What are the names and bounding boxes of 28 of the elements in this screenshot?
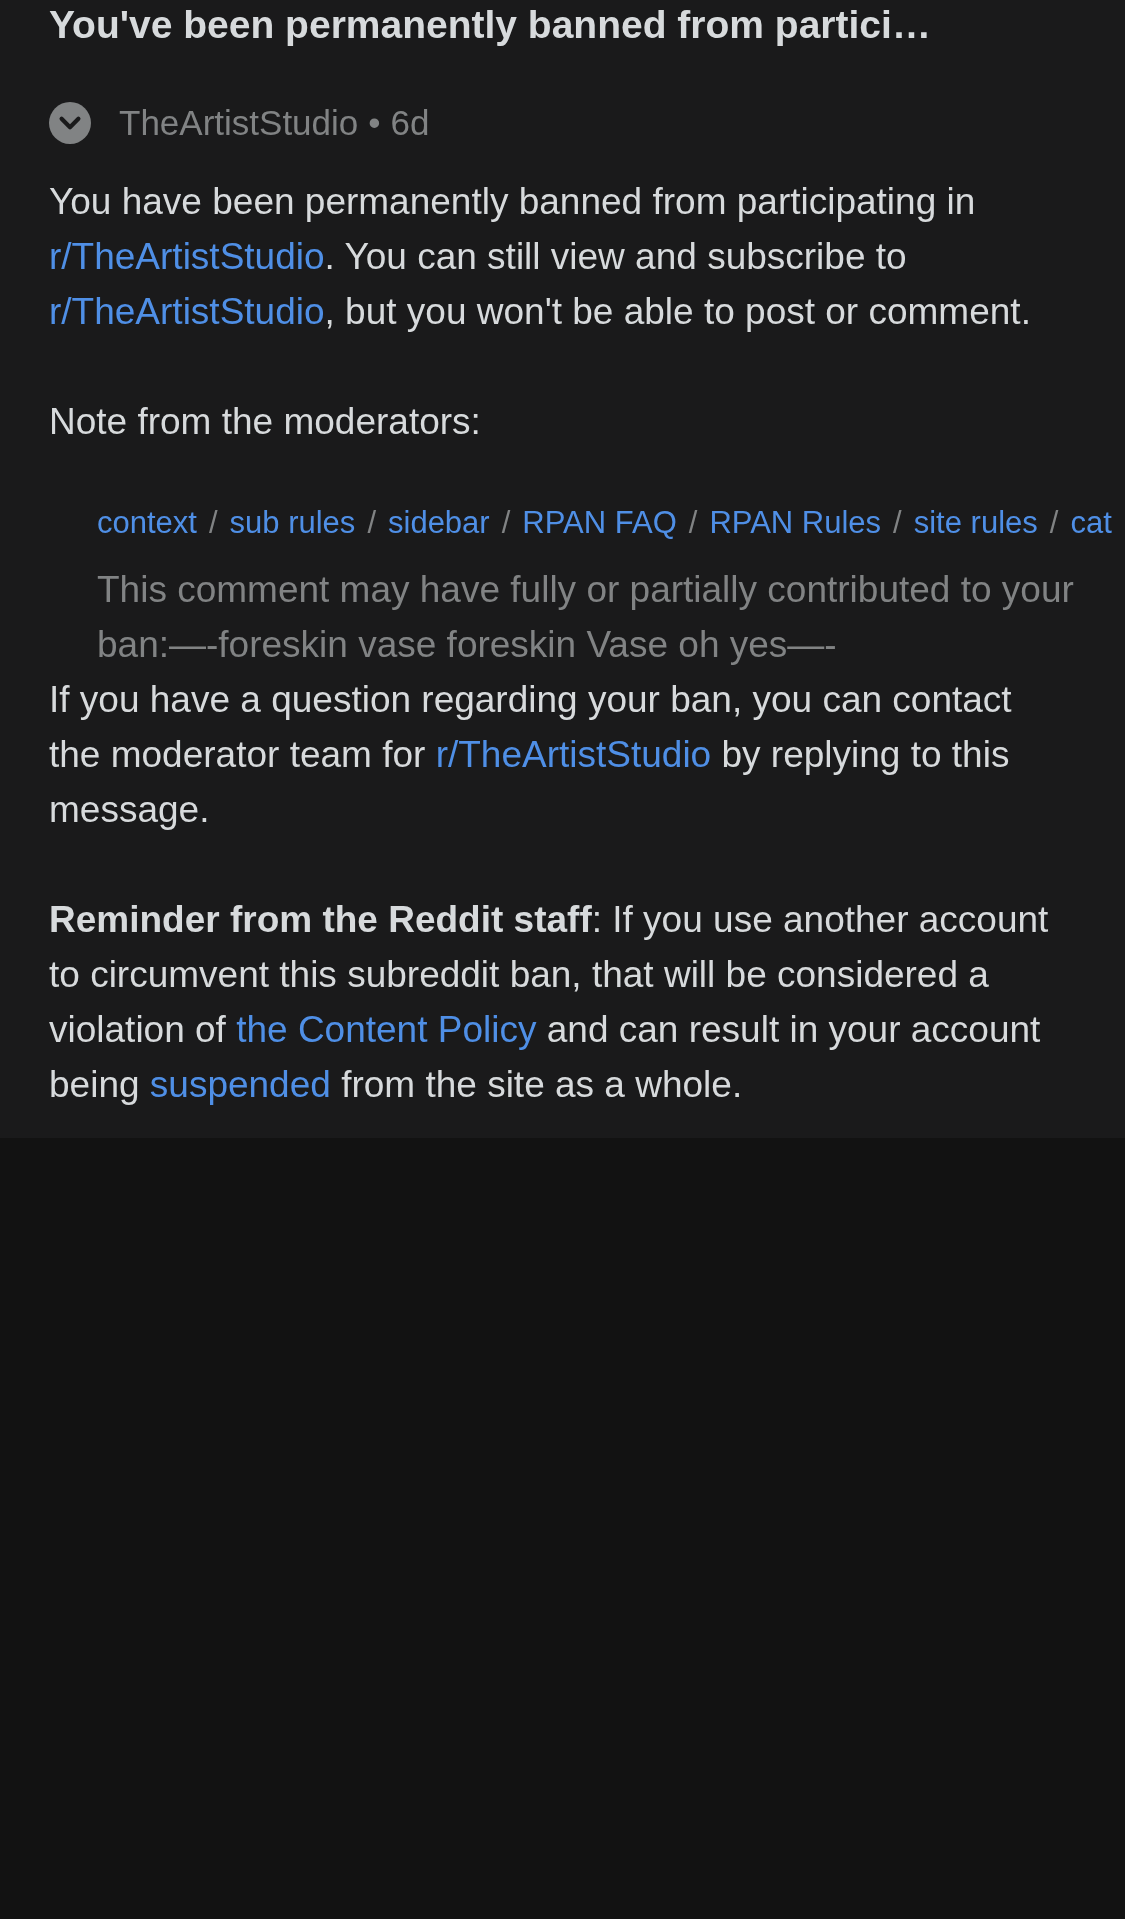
message-paragraph: Reminder from the Reddit staff: If you use another account to circumvent this subreddit ban, that will be considered a violation of the Content Policy and can result in your account being suspended from the site as a whole. <box>49 898 1050 1107</box>
rule-link[interactable]: sidebar <box>388 505 490 540</box>
link-separator: / <box>501 505 511 540</box>
separator-dot: • <box>368 103 381 143</box>
rule-link[interactable]: site rules <box>913 505 1038 540</box>
subreddit-link[interactable]: r/TheArtistStudio <box>49 291 325 332</box>
rule-link[interactable]: context <box>97 505 197 540</box>
link-separator: / <box>367 505 376 540</box>
link-separator: / <box>688 505 698 540</box>
subreddit-link[interactable]: r/TheArtistStudio <box>49 236 325 277</box>
note-heading: Note from the moderators: <box>49 400 482 444</box>
message-title: You've been permanently banned from partici… <box>49 2 932 48</box>
rule-link[interactable]: RPAN Rules <box>709 505 882 540</box>
message-paragraph: If you have a question regarding your ban, you can contact the moderator team for r/TheArtistStudio by replying to this message. <box>49 678 1013 832</box>
rule-link[interactable]: sub rules <box>229 505 356 540</box>
link-separator: / <box>893 505 902 540</box>
message-age: 6d <box>390 103 430 143</box>
rule-link[interactable]: RPAN FAQ <box>522 505 677 540</box>
subreddit-link[interactable]: r/TheArtistStudio <box>435 734 712 775</box>
rule-link[interactable]: cat <box>1070 505 1112 540</box>
policy-link[interactable]: the Content Policy <box>236 1009 537 1050</box>
link-separator: / <box>1049 505 1059 540</box>
author-name[interactable]: TheArtistStudio <box>119 103 359 143</box>
message-paragraph: You have been permanently banned from participating in r/TheArtistStudio. You can still view and subscribe to r/TheArtistStudio, but you won't be able to post or comment. <box>49 180 1032 334</box>
policy-link[interactable]: suspended <box>149 1064 331 1105</box>
link-separator: / <box>208 505 218 540</box>
chevron-down-icon[interactable] <box>49 102 91 144</box>
quoted-comment: This comment may have fully or partially contributed to your ban:—-foreskin vase foreskin Vase oh yes—- <box>97 568 1075 667</box>
